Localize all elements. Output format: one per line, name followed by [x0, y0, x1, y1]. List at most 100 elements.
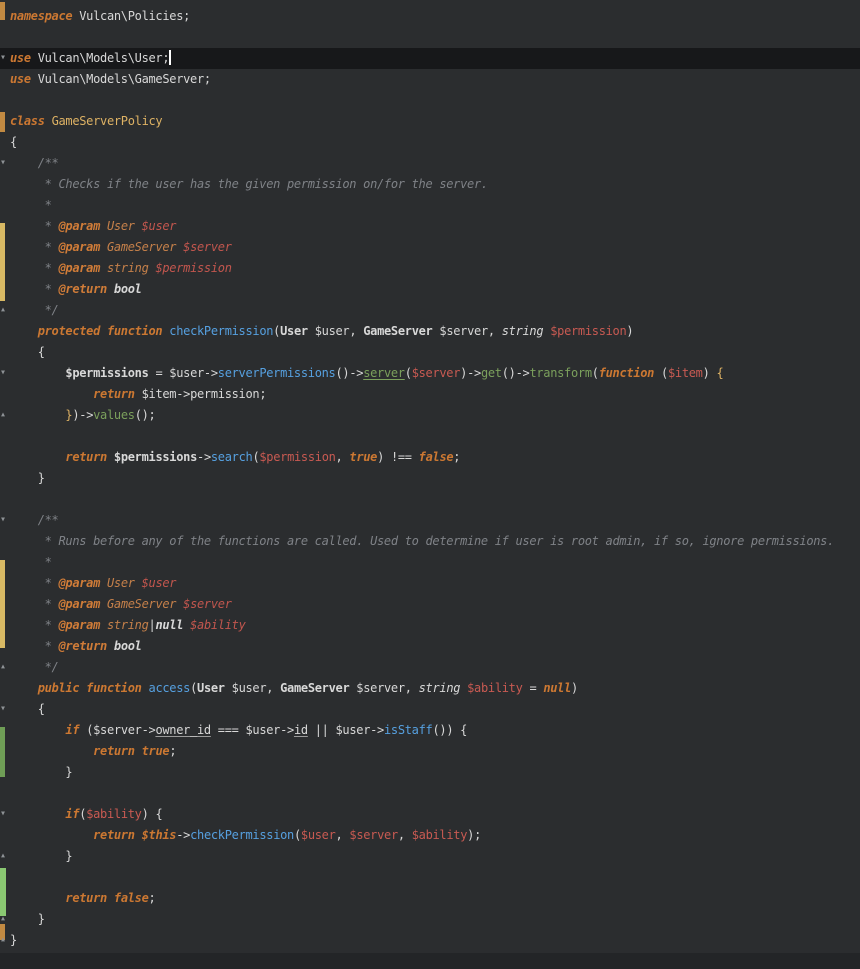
- code-token: GameServer: [363, 324, 432, 338]
- code-token: [135, 828, 142, 842]
- code-token: = $user->: [149, 366, 218, 380]
- fold-expand-icon[interactable]: ▴: [0, 850, 10, 862]
- code-line[interactable]: return $this->checkPermission($user, $se…: [0, 825, 860, 846]
- code-token: User: [100, 576, 135, 590]
- code-token: [10, 723, 65, 737]
- code-line[interactable]: */: [0, 657, 860, 678]
- code-token: bool: [107, 282, 142, 296]
- vcs-change-strip[interactable]: [0, 727, 5, 777]
- code-line[interactable]: /**: [0, 153, 860, 174]
- code-line[interactable]: namespace Vulcan\Policies;: [0, 6, 860, 27]
- code-line[interactable]: }: [0, 762, 860, 783]
- fold-collapse-icon[interactable]: ▾: [0, 703, 10, 715]
- code-line[interactable]: public function access(User $user, GameS…: [0, 678, 860, 699]
- code-line[interactable]: * @param GameServer $server: [0, 594, 860, 615]
- code-token: Vulcan\Policies;: [72, 9, 190, 23]
- code-line[interactable]: }: [0, 909, 860, 930]
- code-token: $permission: [149, 261, 232, 275]
- fold-collapse-icon[interactable]: ▾: [0, 367, 10, 379]
- code-token: if: [65, 807, 79, 821]
- fold-expand-icon[interactable]: ▴: [0, 661, 10, 673]
- code-token: ();: [135, 408, 156, 422]
- code-line[interactable]: {: [0, 342, 860, 363]
- code-line[interactable]: return true;: [0, 741, 860, 762]
- code-line[interactable]: * @param GameServer $server: [0, 237, 860, 258]
- vcs-change-strip[interactable]: [0, 223, 5, 301]
- code-line[interactable]: $permissions = $user->serverPermissions(…: [0, 363, 860, 384]
- code-token: GameServerPolicy: [52, 114, 163, 128]
- code-line[interactable]: * @param string|null $ability: [0, 615, 860, 636]
- code-token: @param: [58, 261, 100, 275]
- code-token: ;: [453, 450, 460, 464]
- code-line[interactable]: * @param User $user: [0, 216, 860, 237]
- code-line[interactable]: *: [0, 195, 860, 216]
- code-editor[interactable]: namespace Vulcan\Policies; use Vulcan\Mod…: [0, 0, 860, 969]
- code-token: function: [599, 366, 654, 380]
- fold-collapse-icon[interactable]: ▾: [0, 514, 10, 526]
- code-token: [10, 408, 65, 422]
- code-token: string: [100, 618, 148, 632]
- code-token: $permission: [259, 450, 335, 464]
- code-line[interactable]: [0, 90, 860, 111]
- code-line[interactable]: class GameServerPolicy: [0, 111, 860, 132]
- code-token: string: [100, 261, 148, 275]
- code-token: ,: [336, 450, 350, 464]
- code-line[interactable]: use Vulcan\Models\GameServer;: [0, 69, 860, 90]
- gutter: ▾ ▾ ▴ ▾ ▴ ▾ ▴ ▾ ▾ ▴ ▴ ▴: [0, 0, 12, 969]
- code-line[interactable]: return $item->permission;: [0, 384, 860, 405]
- fold-expand-icon[interactable]: ▴: [0, 409, 10, 421]
- code-line[interactable]: [0, 867, 860, 888]
- fold-expand-icon[interactable]: ▴: [0, 913, 10, 925]
- code-line-current[interactable]: use Vulcan\Models\User;: [0, 48, 860, 69]
- code-line[interactable]: {: [0, 132, 860, 153]
- code-token: );: [467, 828, 481, 842]
- code-line[interactable]: * @param User $user: [0, 573, 860, 594]
- code-token: serverPermissions: [218, 366, 336, 380]
- code-line[interactable]: * @return bool: [0, 279, 860, 300]
- code-line[interactable]: [0, 489, 860, 510]
- fold-collapse-icon[interactable]: ▾: [0, 808, 10, 820]
- code-line[interactable]: [0, 783, 860, 804]
- code-line[interactable]: return false;: [0, 888, 860, 909]
- code-token: return: [93, 828, 135, 842]
- code-token: [10, 366, 65, 380]
- code-line[interactable]: *: [0, 552, 860, 573]
- code-line[interactable]: if ($server->owner_id === $user->id || $…: [0, 720, 860, 741]
- code-token: false: [419, 450, 454, 464]
- code-line[interactable]: if($ability) {: [0, 804, 860, 825]
- code-token: *: [10, 261, 58, 275]
- code-line[interactable]: * Checks if the user has the given permi…: [0, 174, 860, 195]
- code-line[interactable]: {: [0, 699, 860, 720]
- code-line[interactable]: [0, 426, 860, 447]
- vcs-change-strip[interactable]: [0, 112, 5, 132]
- vcs-change-strip[interactable]: [0, 560, 5, 648]
- code-line[interactable]: * @return bool: [0, 636, 860, 657]
- code-line[interactable]: }: [0, 930, 860, 951]
- code-line[interactable]: */: [0, 300, 860, 321]
- vcs-change-strip[interactable]: [0, 868, 6, 916]
- code-line[interactable]: }: [0, 468, 860, 489]
- code-token: *: [10, 639, 58, 653]
- code-token: || $user->: [308, 723, 384, 737]
- fold-collapse-icon[interactable]: ▾: [0, 157, 10, 169]
- fold-expand-icon[interactable]: ▴: [0, 934, 10, 946]
- code-token: *: [10, 555, 52, 569]
- code-token: $ability: [86, 807, 141, 821]
- code-line[interactable]: * @param string $permission: [0, 258, 860, 279]
- code-line[interactable]: /**: [0, 510, 860, 531]
- code-token: protected function: [38, 324, 163, 338]
- code-line[interactable]: return $permissions->search($permission,…: [0, 447, 860, 468]
- code-token: owner_id: [155, 723, 210, 737]
- fold-expand-icon[interactable]: ▴: [0, 304, 10, 316]
- code-line[interactable]: [0, 27, 860, 48]
- code-token: GameServer: [100, 597, 176, 611]
- code-line[interactable]: * Runs before any of the functions are c…: [0, 531, 860, 552]
- code-line[interactable]: })->values();: [0, 405, 860, 426]
- vcs-change-strip[interactable]: [0, 2, 5, 20]
- code-line[interactable]: }: [0, 846, 860, 867]
- fold-collapse-icon[interactable]: ▾: [0, 52, 10, 64]
- code-token: ->: [197, 450, 211, 464]
- code-token: }: [10, 849, 72, 863]
- code-line[interactable]: protected function checkPermission(User …: [0, 321, 860, 342]
- code-token: (: [592, 366, 599, 380]
